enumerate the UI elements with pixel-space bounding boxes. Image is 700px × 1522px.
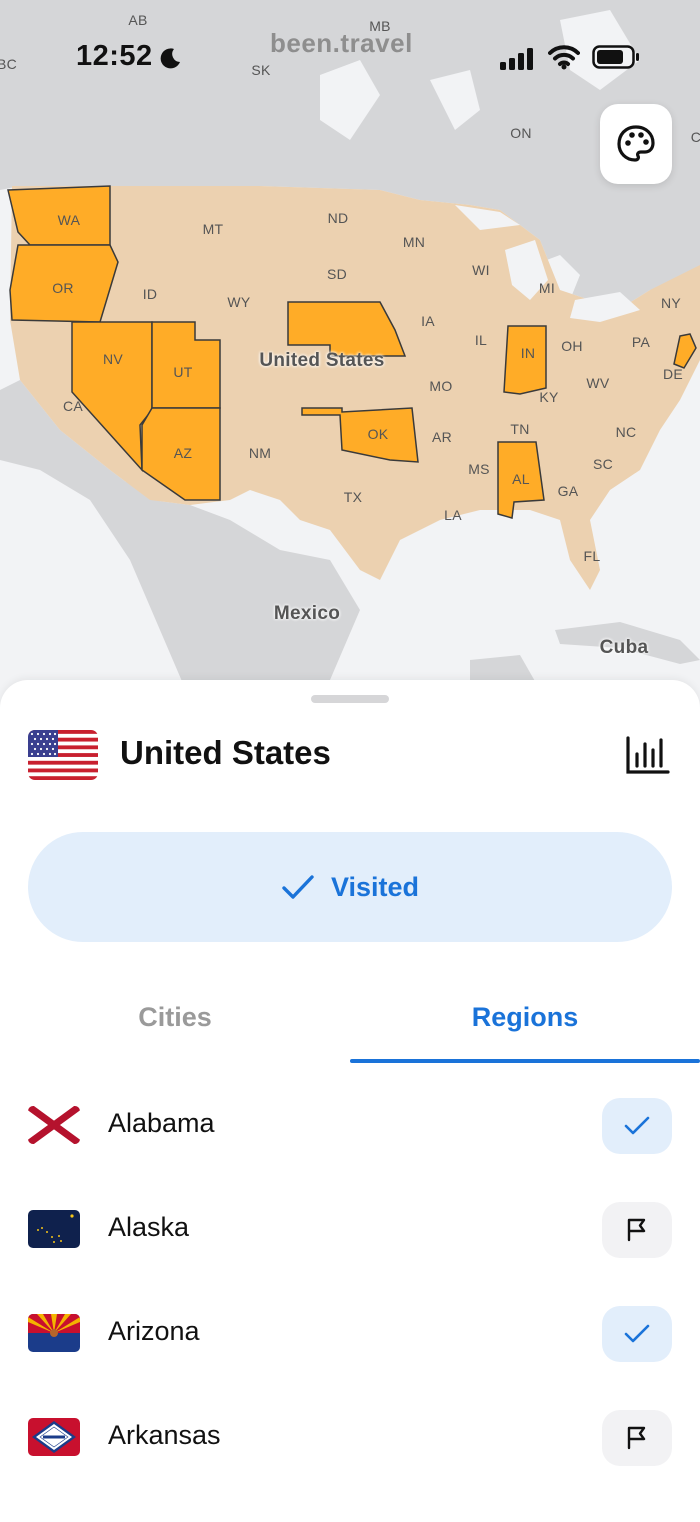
country-title: United States <box>120 734 331 771</box>
map-label-nv: NV <box>102 351 124 367</box>
region-flag-button[interactable] <box>602 1410 672 1466</box>
bar-chart-icon <box>626 736 670 774</box>
map-label-ut: UT <box>173 364 193 380</box>
map-label-de: DE <box>662 366 684 382</box>
map-label-bc: BC <box>0 56 18 72</box>
tab-cities[interactable]: Cities <box>0 1002 350 1033</box>
map-country-label: United States <box>259 350 385 371</box>
region-name: Arizona <box>108 1316 200 1346</box>
sheet-grabber[interactable] <box>311 695 389 703</box>
checkmark-icon <box>624 1116 650 1135</box>
cellular-signal-icon <box>500 48 533 70</box>
map-label-ky: KY <box>539 389 559 405</box>
map-label-il: IL <box>474 332 488 348</box>
status-time: 12:52 <box>76 40 153 72</box>
map-label-ar: AR <box>431 429 453 445</box>
region-row-arizona[interactable]: Arizona <box>0 1286 700 1390</box>
map-label-in: IN <box>520 345 536 361</box>
map-label-or: OR <box>52 280 74 296</box>
map-label-ok: OK <box>367 426 389 442</box>
map-label-nd: ND <box>327 210 349 226</box>
map-label-ga: GA <box>557 483 579 499</box>
map-label-mi: MI <box>538 280 556 296</box>
map-label-fl: FL <box>583 548 601 564</box>
map-label-ia: IA <box>421 313 435 329</box>
active-tab-indicator <box>350 1059 700 1063</box>
arizona-flag-icon <box>28 1314 80 1352</box>
region-row-arkansas[interactable]: Arkansas <box>0 1390 700 1494</box>
app-brand: been.travel <box>270 28 413 58</box>
map-label-tn: TN <box>510 421 530 437</box>
map-label-ms: MS <box>468 461 490 477</box>
map-style-button[interactable] <box>600 104 672 184</box>
map-label-ny: NY <box>660 295 682 311</box>
checkmark-icon <box>282 875 314 899</box>
map-label-cuba: Cuba <box>599 637 649 658</box>
map-label-az: AZ <box>173 445 193 461</box>
map-label-sc: SC <box>592 456 614 472</box>
map-label-wi: WI <box>472 262 490 278</box>
visited-button-label: Visited <box>330 871 420 902</box>
region-name: Arkansas <box>108 1420 221 1450</box>
flag-icon <box>627 1426 646 1450</box>
tab-regions[interactable]: Regions <box>350 1002 700 1033</box>
country-bottom-sheet: United States Visited Cities Regions Ala… <box>0 680 700 1522</box>
region-row-alabama[interactable]: Alabama <box>0 1078 700 1182</box>
visited-toggle-button[interactable]: Visited <box>28 832 672 942</box>
alabama-flag-icon <box>28 1106 80 1144</box>
map-label-al: AL <box>512 471 530 487</box>
flag-icon <box>627 1218 646 1242</box>
battery-icon <box>592 45 639 69</box>
palette-icon <box>617 125 655 162</box>
map-label-c: C <box>690 129 700 145</box>
wifi-icon <box>548 45 580 70</box>
moon-icon <box>160 48 180 69</box>
map-label-nm: NM <box>248 445 272 461</box>
map-label-pa: PA <box>631 334 651 350</box>
map-label-ca: CA <box>62 398 84 414</box>
map-label-wa: WA <box>57 212 81 228</box>
map-label-sd: SD <box>326 266 348 282</box>
arkansas-flag-icon <box>28 1418 80 1456</box>
map-label-tx: TX <box>343 489 363 505</box>
statistics-button[interactable] <box>624 736 670 776</box>
alaska-flag-icon <box>28 1210 80 1248</box>
map-label-wv: WV <box>586 375 610 391</box>
region-visited-button[interactable] <box>602 1098 672 1154</box>
map-label-oh: OH <box>561 338 583 354</box>
map-label-mn: MN <box>402 234 426 250</box>
map-label-mexico: Mexico <box>273 603 341 624</box>
map-label-la: LA <box>444 507 462 523</box>
map-label-wy: WY <box>227 294 251 310</box>
map-label-nc: NC <box>615 424 637 440</box>
map-label-id: ID <box>142 286 158 302</box>
map-label-mo: MO <box>429 378 453 394</box>
map-view[interactable]: AB MB SK ON BC C WA OR CA NV UT AZ MT ID… <box>0 0 700 700</box>
region-visited-button[interactable] <box>602 1306 672 1362</box>
region-row-alaska[interactable]: Alaska <box>0 1182 700 1286</box>
map-label-mt: MT <box>202 221 224 237</box>
map-label-sk: SK <box>251 62 271 78</box>
checkmark-icon <box>624 1324 650 1343</box>
us-flag-icon <box>28 730 98 780</box>
region-name: Alaska <box>108 1212 190 1242</box>
region-flag-button[interactable] <box>602 1202 672 1258</box>
map-label-on: ON <box>510 125 532 141</box>
region-name: Alabama <box>108 1108 215 1138</box>
map-label-ab: AB <box>128 12 148 28</box>
